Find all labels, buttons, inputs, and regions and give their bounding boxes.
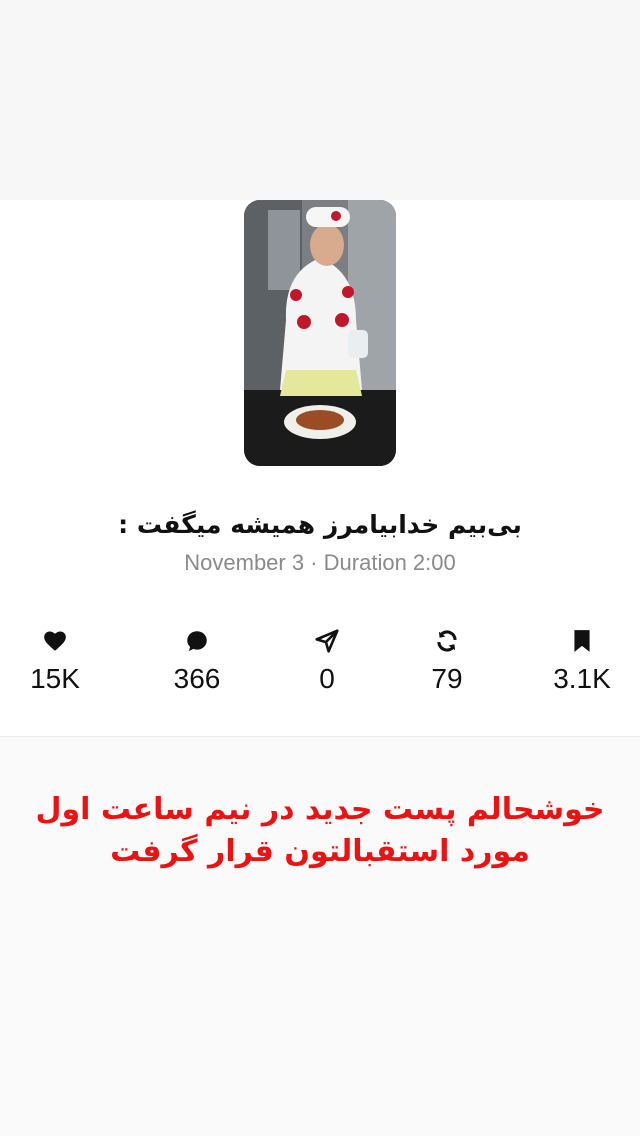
bookmark-button[interactable]: 3.1K bbox=[527, 628, 637, 696]
top-blank-area bbox=[0, 0, 640, 200]
post-title: بی‌بیم خدابیامرز همیشه میگفت : bbox=[118, 510, 522, 539]
post-meta: November 3 · Duration 2:00 bbox=[184, 550, 456, 575]
video-thumbnail-image bbox=[244, 200, 396, 466]
share-button[interactable]: 0 bbox=[272, 628, 382, 696]
bookmark-icon bbox=[574, 630, 590, 652]
comments-button[interactable]: 366 bbox=[142, 628, 252, 696]
caption-area: خوشحالم پست جدید در نیم ساعت اول مورد اس… bbox=[0, 737, 640, 1136]
stats-row: 15K 366 0 79 3.1K bbox=[0, 628, 640, 698]
caption-line-2: مورد استقبالتون قرار گرفت bbox=[110, 834, 530, 869]
caption-line-1: خوشحالم پست جدید در نیم ساعت اول bbox=[35, 792, 605, 827]
repost-button[interactable]: 79 bbox=[392, 628, 502, 696]
shares-count: 0 bbox=[319, 663, 335, 694]
likes-button[interactable]: 15K bbox=[0, 628, 110, 696]
comments-count: 366 bbox=[173, 663, 221, 694]
post-card: بی‌بیم خدابیامرز همیشه میگفت : November … bbox=[0, 200, 640, 736]
share-icon bbox=[315, 629, 339, 653]
reposts-count: 79 bbox=[431, 663, 463, 694]
repost-icon bbox=[437, 630, 457, 652]
caption-text: خوشحالم پست جدید در نیم ساعت اول مورد اس… bbox=[20, 789, 620, 873]
heart-icon bbox=[44, 631, 66, 651]
video-thumbnail[interactable] bbox=[244, 200, 396, 466]
bookmarks-count: 3.1K bbox=[553, 663, 611, 694]
likes-count: 15K bbox=[30, 663, 80, 694]
comment-icon bbox=[187, 631, 207, 651]
